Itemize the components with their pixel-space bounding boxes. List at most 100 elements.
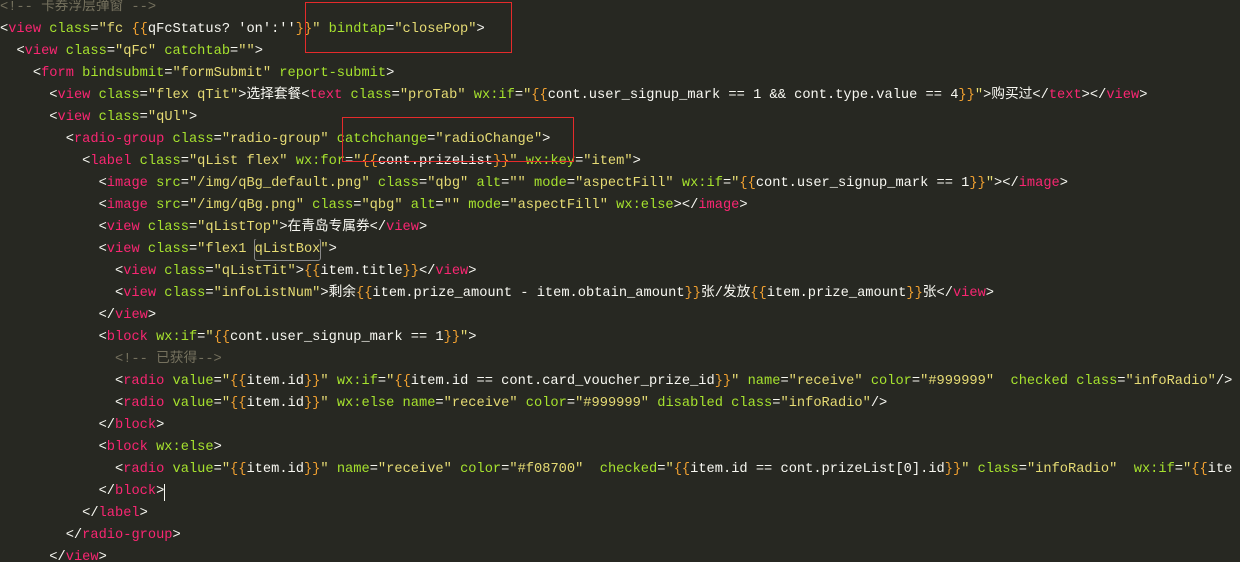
punctuation-token: < [98, 242, 107, 257]
comment-token: <!-- 已获得--> [115, 352, 222, 367]
string-token: "#f08700" [509, 462, 584, 477]
attribute-name-token: class [969, 462, 1019, 477]
punctuation-token: > [1059, 176, 1068, 191]
code-line[interactable]: <image src="/img/qBg_default.png" class=… [0, 173, 1240, 195]
code-line[interactable]: </label> [0, 503, 1240, 525]
punctuation-token: > [1139, 88, 1148, 103]
attribute-name-token: alt [468, 176, 502, 191]
code-line[interactable]: <radio value="{{item.id}}" wx:else name=… [0, 393, 1240, 415]
code-line[interactable]: <radio value="{{item.id}}" wx:if="{{item… [0, 371, 1240, 393]
punctuation-token: = [566, 176, 576, 191]
expression-token: ite [1207, 462, 1233, 477]
code-line[interactable]: <!-- 卡券浮层弹窗 --> [0, 0, 1240, 19]
code-line[interactable]: <view class="qListTit">{{item.title}}</v… [0, 261, 1240, 283]
code-line[interactable]: <!-- 已获得--> [0, 349, 1240, 371]
punctuation-token: > [468, 264, 477, 279]
punctuation-token: ></ [994, 176, 1019, 191]
tag-name-token: view [123, 264, 157, 279]
code-line[interactable]: <view class="flex qTit">选择套餐<text class=… [0, 85, 1240, 107]
punctuation-token: > [328, 242, 337, 257]
expression-token: item.id [246, 374, 304, 389]
tag-name-token: view [24, 44, 58, 59]
mustache-brace-token: {{ [673, 462, 691, 477]
string-token: "qUl" [147, 110, 189, 125]
attribute-name-token: mode [525, 176, 567, 191]
code-line[interactable]: <block wx:else> [0, 437, 1240, 459]
string-token: "formSubmit" [172, 66, 272, 81]
attribute-name-token: mode [460, 198, 502, 213]
code-line[interactable]: </view> [0, 547, 1240, 562]
tag-name-token: view [106, 242, 140, 257]
string-token: "#999999" [920, 374, 995, 389]
code-editor[interactable]: <!-- 卡券浮层弹窗 --> <view class="fc {{qFcStat… [0, 0, 1240, 562]
string-token: "" [238, 44, 255, 59]
string-token: " [665, 462, 674, 477]
attribute-name-token: class [139, 220, 189, 235]
tag-name-token: image [106, 198, 148, 213]
tag-name-token: view [8, 22, 42, 37]
attribute-name-token: class [131, 154, 181, 169]
attribute-name-token: src [147, 198, 181, 213]
punctuation-token: = [780, 374, 789, 389]
highlighted-word-token: qListBox [253, 239, 322, 261]
punctuation-token: = [514, 88, 524, 103]
string-token: "infoRadio" [1026, 462, 1118, 477]
string-token: "flex qTit" [147, 88, 239, 103]
string-token: " [221, 462, 231, 477]
attribute-name-token: value [164, 462, 214, 477]
string-token: "/img/qBg.png" [188, 198, 304, 213]
attribute-name-token: class [139, 242, 189, 257]
punctuation-token: </ [98, 418, 116, 433]
string-token: "" [443, 198, 461, 213]
code-line[interactable]: <label class="qList flex" wx:for="{{cont… [0, 151, 1240, 173]
attribute-name-token: bindsubmit [73, 66, 165, 81]
code-line[interactable]: </view> [0, 305, 1240, 327]
tag-name-token: radio [123, 462, 165, 477]
expression-token: item.id == cont.prizeList[0].id [690, 462, 945, 477]
code-line[interactable]: <form bindsubmit="formSubmit" report-sub… [0, 63, 1240, 85]
mustache-brace-token: }} [969, 176, 986, 191]
code-line[interactable]: <radio value="{{item.id}}" name="receive… [0, 459, 1240, 481]
punctuation-token: = [1117, 374, 1126, 389]
code-line[interactable]: <block wx:if="{{cont.user_signup_mark ==… [0, 327, 1240, 349]
code-line[interactable]: <view class="qListTop">在青岛专属券</view> [0, 217, 1240, 239]
code-line[interactable]: <view class="fc {{qFcStatus? 'on':''}}" … [0, 19, 1240, 41]
punctuation-token: = [188, 220, 198, 235]
attribute-name-token: src [147, 176, 181, 191]
punctuation-token: </ [936, 286, 953, 301]
code-lines[interactable]: <!-- 卡券浮层弹窗 --> <view class="fc {{qFcStat… [0, 0, 1240, 562]
punctuation-token: > [147, 308, 157, 323]
string-token: "/img/qBg_default.png" [188, 176, 370, 191]
string-token: "infoListNum" [213, 286, 321, 301]
code-line[interactable]: <view class="qFc" catchtab=""> [0, 41, 1240, 63]
attribute-name-token: class [57, 44, 107, 59]
string-token: "infoRadio" [1125, 374, 1216, 389]
tag-name-token: block [106, 440, 148, 455]
mustache-brace-token: {{ [355, 286, 373, 301]
tag-name-token: radio-group [82, 528, 173, 543]
punctuation-token: > [98, 550, 107, 562]
punctuation-token: = [213, 374, 222, 389]
code-line[interactable]: <image src="/img/qBg.png" class="qbg" al… [0, 195, 1240, 217]
punctuation-token: = [418, 176, 428, 191]
code-line[interactable]: </block> [0, 481, 1240, 503]
code-line[interactable]: </block> [0, 415, 1240, 437]
punctuation-token: > [156, 418, 165, 433]
code-line[interactable]: <view class="flex1 qListBox"> [0, 239, 1240, 261]
mustache-brace-token: }} [303, 374, 321, 389]
punctuation-token: < [115, 396, 124, 411]
code-line[interactable]: <radio-group class="radio-group" catchch… [0, 129, 1240, 151]
expression-token: qFcStatus? 'on':'' [147, 22, 296, 37]
code-line[interactable]: <view class="infoListNum">剩余{{item.prize… [0, 283, 1240, 305]
code-line[interactable]: </radio-group> [0, 525, 1240, 547]
punctuation-token: > [295, 264, 304, 279]
code-line[interactable]: <view class="qUl"> [0, 107, 1240, 129]
attribute-name-token: class [342, 88, 392, 103]
